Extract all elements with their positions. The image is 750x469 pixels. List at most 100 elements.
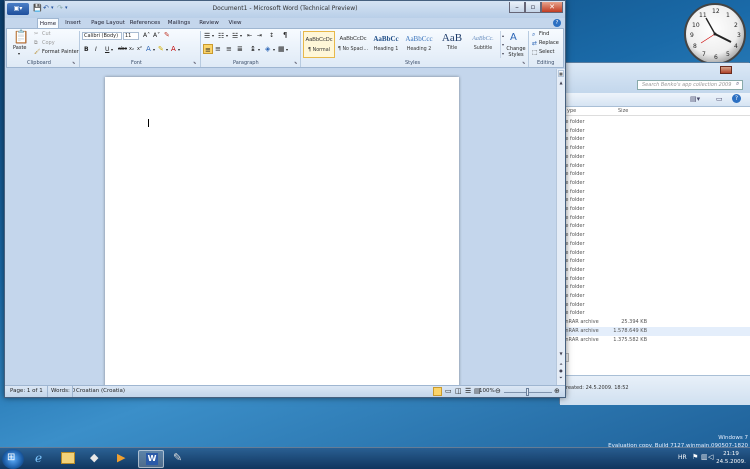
zoom-out-icon[interactable]: ⊖ [495,386,501,397]
text-effects-dropdown-icon[interactable]: ▾ [153,47,155,52]
next-page-icon[interactable]: ⏷ [558,375,564,382]
highlight-icon[interactable]: ✎ [158,45,164,53]
multilevel-list-icon[interactable]: ☱ [232,32,238,40]
strikethrough-icon[interactable]: abc [118,46,127,52]
bullets-dropdown-icon[interactable]: ▾ [212,33,214,38]
paragraph-launcher-icon[interactable]: ⬊ [294,60,297,65]
superscript-icon[interactable]: x² [137,46,142,52]
tab-view[interactable]: View [225,18,245,28]
list-item[interactable]: le folder [560,275,750,284]
underline-dropdown-icon[interactable]: ▾ [111,47,113,52]
line-spacing-icon[interactable]: ↨ [250,45,256,53]
list-item[interactable]: le folder [560,188,750,197]
line-spacing-dropdown-icon[interactable]: ▾ [258,47,260,52]
taskbar-app[interactable]: ◆ [83,450,109,468]
clipboard-launcher-icon[interactable]: ⬊ [72,60,75,65]
zoom-level[interactable]: 100% [479,386,495,397]
align-left-button[interactable]: ≡ [203,44,213,54]
list-item[interactable]: le folder [560,257,750,266]
list-item[interactable]: le folder [560,205,750,214]
maximize-button[interactable]: ▫ [525,2,541,13]
paste-icon[interactable]: 📋 [13,30,29,45]
list-item[interactable]: le folder [560,196,750,205]
list-item[interactable]: le folder [560,283,750,292]
format-painter-button[interactable]: Format Painter [42,49,79,55]
clear-formatting-icon[interactable]: ✎ [164,31,170,39]
style-heading-1[interactable]: AaBbCc Heading 1 [370,31,402,58]
full-screen-reading-icon[interactable]: ▭ [445,386,452,397]
minimize-button[interactable]: – [509,2,525,13]
increase-indent-icon[interactable]: ⇥ [257,32,262,39]
list-item[interactable]: inRAR archive 1.578.649 KB [560,326,750,336]
show-formatting-button[interactable]: ¶ [283,31,287,39]
list-item[interactable]: le folder [560,231,750,240]
find-button[interactable]: Find [539,31,549,37]
scroll-down-icon[interactable]: ▼ [558,351,564,358]
taskbar-explorer[interactable] [55,450,81,468]
taskbar-ie[interactable]: ℯ [28,450,54,468]
replace-button[interactable]: Replace [539,40,559,46]
list-item[interactable]: le folder [560,162,750,171]
multilevel-dropdown-icon[interactable]: ▾ [240,33,242,38]
style-title[interactable]: AaB Title [436,31,468,58]
font-size-select[interactable]: 11 [123,32,139,40]
cut-icon[interactable]: ✂ [34,31,38,37]
align-right-icon[interactable]: ≡ [226,45,232,53]
highlight-dropdown-icon[interactable]: ▾ [166,47,168,52]
search-input[interactable]: Search Benko's app collection 2009 [637,80,743,90]
list-item[interactable]: inRAR archive 1.375.582 KB [560,336,750,345]
style-subtitle[interactable]: AaBbCc. Subtitle [467,31,499,58]
change-styles-button[interactable]: Change Styles [505,46,527,58]
list-item[interactable]: le folder [560,266,750,275]
start-button[interactable]: ⊞ [2,449,24,469]
align-center-icon[interactable]: ≡ [215,45,221,53]
text-effects-icon[interactable]: A [146,45,151,53]
preview-pane-icon[interactable]: ▭ [716,95,723,103]
list-item[interactable]: le folder [560,127,750,136]
style-heading-2[interactable]: AaBbCcc Heading 2 [403,31,435,58]
ruler-toggle-icon[interactable]: ▦ [558,70,564,77]
underline-button[interactable]: U [105,46,109,53]
scroll-up-icon[interactable]: ▲ [558,80,564,87]
tab-insert[interactable]: Insert [63,18,83,28]
word-count[interactable]: Words: 0 [47,386,75,397]
font-color-dropdown-icon[interactable]: ▾ [178,47,180,52]
italic-button[interactable]: I [95,46,97,53]
list-item[interactable]: le folder [560,301,750,310]
search-icon[interactable]: ⌕ [736,80,739,88]
decrease-indent-icon[interactable]: ⇤ [247,32,252,39]
list-item[interactable]: le folder [560,309,750,318]
list-item[interactable]: le folder [560,170,750,179]
tray-flag-icon[interactable]: ⚑ [692,453,698,461]
list-item[interactable]: le folder [560,249,750,258]
sort-icon[interactable]: ↕ [269,32,274,39]
style-normal[interactable]: AaBbCcDc ¶ Normal [303,31,335,58]
list-item[interactable]: le folder [560,135,750,144]
column-size-header[interactable]: Size [618,108,628,114]
tab-mailings[interactable]: Mailings [165,18,193,28]
zoom-in-icon[interactable]: ⊕ [554,386,560,397]
list-item[interactable]: le folder [560,118,750,127]
list-item[interactable]: le folder [560,144,750,153]
styles-launcher-icon[interactable]: ⬊ [522,60,525,65]
explorer-close-button[interactable] [720,66,732,74]
tab-review[interactable]: Review [197,18,221,28]
views-icon[interactable]: ▤▾ [690,95,700,103]
bullets-icon[interactable]: ☰ [204,32,210,40]
copy-icon[interactable]: ⧉ [34,40,38,46]
web-layout-icon[interactable]: ◫ [455,386,462,397]
column-type-header[interactable]: ype [567,108,576,114]
list-item[interactable]: le folder [560,153,750,162]
numbering-dropdown-icon[interactable]: ▾ [226,33,228,38]
list-item[interactable]: le folder [560,222,750,231]
font-launcher-icon[interactable]: ⬊ [193,60,196,65]
language-indicator[interactable]: HR [678,454,687,461]
change-styles-icon[interactable]: A [510,32,517,43]
numbering-icon[interactable]: ☷ [218,32,224,40]
print-layout-view-button[interactable] [433,387,442,396]
page-count[interactable]: Page: 1 of 1 [10,386,43,397]
tab-home[interactable]: Home [37,18,59,28]
tray-clock[interactable]: 21:19 24.5.2009. [716,450,746,466]
font-color-icon[interactable]: A [171,45,176,53]
network-icon[interactable]: ▥ [701,453,708,461]
